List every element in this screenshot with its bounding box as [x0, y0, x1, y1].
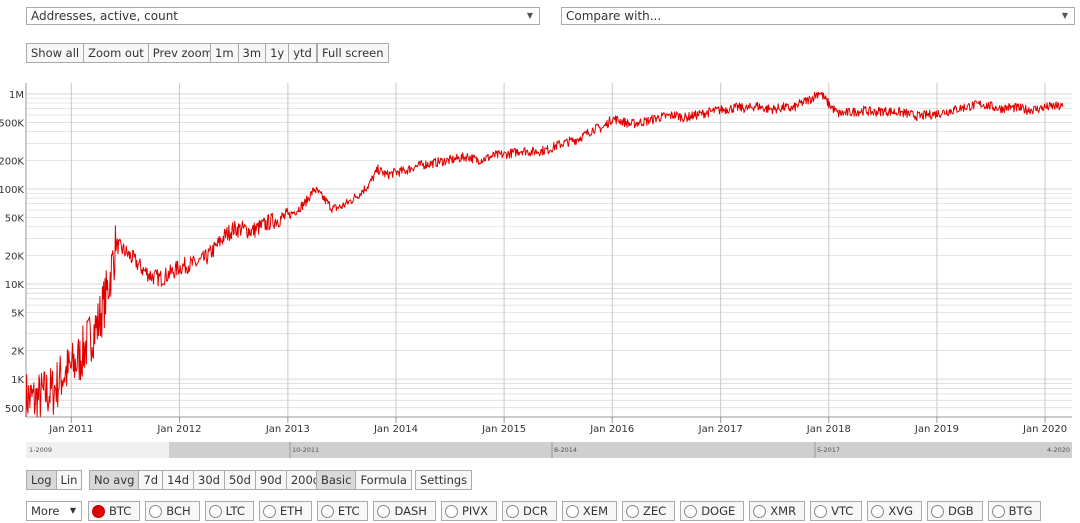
lin-scale-button[interactable]: Lin: [55, 470, 83, 490]
coin-label: ETH: [279, 504, 303, 518]
series-line-btc: [25, 91, 1064, 418]
coin-label: DASH: [394, 504, 427, 518]
radio-icon: [565, 504, 579, 518]
navigator-label: 8-2014: [554, 446, 577, 454]
y-tick-label: 50K: [5, 214, 25, 225]
coin-button-vtc[interactable]: VTC: [810, 501, 863, 521]
radio-icon: [991, 504, 1005, 518]
mode-button-group: Basic Formula: [316, 470, 412, 490]
y-tick-label: 500K: [0, 118, 24, 129]
radio-icon: [753, 504, 767, 518]
coin-button-xmr[interactable]: XMR: [749, 501, 806, 521]
y-tick-label: 1K: [11, 375, 24, 386]
x-tick-label: Jan 2015: [481, 424, 526, 435]
x-tick-label: Jan 2019: [914, 424, 959, 435]
coin-label: DCR: [523, 504, 548, 518]
x-tick-label: Jan 2011: [48, 424, 93, 435]
navigator-label: 1-2009: [29, 446, 52, 454]
more-select-value: More: [31, 504, 60, 518]
radio-icon: [149, 504, 163, 518]
avg-button-group: No avg 7d 14d 30d 50d 90d 200d: [89, 470, 326, 490]
coin-button-ltc[interactable]: LTC: [204, 501, 254, 521]
coin-button-pivx[interactable]: PIVX: [440, 501, 498, 521]
radio-icon: [444, 504, 458, 518]
radio-icon: [208, 504, 222, 518]
radio-icon: [506, 504, 520, 518]
coin-button-btc[interactable]: BTC: [88, 501, 141, 521]
coin-label: XEM: [582, 504, 608, 518]
coin-list: BTC BCH LTC ETH ETC DASH PIVX DCR XEM ZEC DOGE XMR V…: [88, 501, 1046, 521]
coin-button-bch[interactable]: BCH: [145, 501, 200, 521]
y-tick-label: 20K: [5, 251, 25, 262]
y-tick-label: 1M: [9, 90, 24, 101]
coin-label: PIVX: [461, 504, 489, 518]
radio-icon: [684, 504, 698, 518]
coin-selector: More ▼ BTC BCH LTC ETH ETC DASH PIVX DCR XEM ZEC D…: [26, 501, 1046, 521]
navigator-label: 5-2017: [817, 446, 840, 454]
coin-label: DOGE: [701, 504, 736, 518]
log-scale-button[interactable]: Log: [26, 470, 57, 490]
navigator-track: [26, 442, 1072, 458]
radio-icon: [377, 504, 391, 518]
navigator-label: 10-2011: [292, 446, 319, 454]
coin-button-btg[interactable]: BTG: [987, 501, 1042, 521]
radio-icon: [814, 504, 828, 518]
coin-button-xem[interactable]: XEM: [561, 501, 617, 521]
coin-button-zec[interactable]: ZEC: [622, 501, 676, 521]
navigator-label: 4-2020: [1047, 446, 1070, 454]
radio-icon: [626, 504, 639, 518]
radio-icon: [931, 504, 944, 518]
formula-mode-button[interactable]: Formula: [355, 470, 412, 490]
coin-button-doge[interactable]: DOGE: [680, 501, 745, 521]
y-tick-label: 5K: [11, 309, 24, 320]
radio-icon: [262, 504, 276, 518]
y-tick-label: 500: [5, 404, 24, 415]
no-avg-button[interactable]: No avg: [89, 470, 140, 490]
settings-group: Settings: [415, 470, 473, 490]
avg-7d-button[interactable]: 7d: [138, 470, 164, 490]
coin-button-dgb[interactable]: DGB: [927, 501, 983, 521]
coin-label: BTG: [1008, 504, 1033, 518]
radio-icon: [320, 504, 334, 518]
coin-label: ZEC: [643, 504, 667, 518]
coin-label: BTC: [109, 504, 132, 518]
x-tick-label: Jan 2020: [1022, 424, 1067, 435]
chart-svg[interactable]: Jan 2011 Jan 2012 Jan 2013 Jan 2014 Jan 2015…: [0, 0, 1080, 470]
coin-button-xvg[interactable]: XVG: [867, 501, 922, 521]
y-tick-label: 100K: [0, 185, 24, 196]
x-tick-label: Jan 2016: [589, 424, 634, 435]
scale-button-group: Log Lin: [26, 470, 83, 490]
y-tick-label: 2K: [11, 347, 24, 358]
coin-button-etc[interactable]: ETC: [316, 501, 369, 521]
x-tick-label: Jan 2018: [806, 424, 851, 435]
x-tick-label: Jan 2014: [373, 424, 418, 435]
coin-label: XVG: [888, 504, 913, 518]
coin-button-eth[interactable]: ETH: [258, 501, 312, 521]
y-tick-label: 200K: [0, 156, 24, 167]
avg-14d-button[interactable]: 14d: [162, 470, 195, 490]
radio-icon: [871, 504, 885, 518]
coin-label: LTC: [225, 504, 245, 518]
coin-label: BCH: [166, 504, 191, 518]
more-select[interactable]: More ▼: [26, 501, 82, 521]
x-tick-label: Jan 2017: [698, 424, 743, 435]
y-tick-label: 10K: [5, 280, 25, 291]
coin-label: VTC: [831, 504, 854, 518]
x-tick-label: Jan 2013: [265, 424, 310, 435]
avg-90d-button[interactable]: 90d: [254, 470, 287, 490]
radio-icon: [92, 504, 105, 518]
avg-50d-button[interactable]: 50d: [223, 470, 256, 490]
coin-button-dcr[interactable]: DCR: [502, 501, 557, 521]
chevron-down-icon: ▼: [69, 506, 76, 515]
coin-label: ETC: [337, 504, 360, 518]
coin-label: DGB: [948, 504, 974, 518]
coin-button-dash[interactable]: DASH: [373, 501, 436, 521]
coin-label: XMR: [770, 504, 797, 518]
settings-button[interactable]: Settings: [415, 470, 473, 490]
basic-mode-button[interactable]: Basic: [316, 470, 357, 490]
x-tick-label: Jan 2012: [156, 424, 201, 435]
avg-30d-button[interactable]: 30d: [193, 470, 225, 490]
